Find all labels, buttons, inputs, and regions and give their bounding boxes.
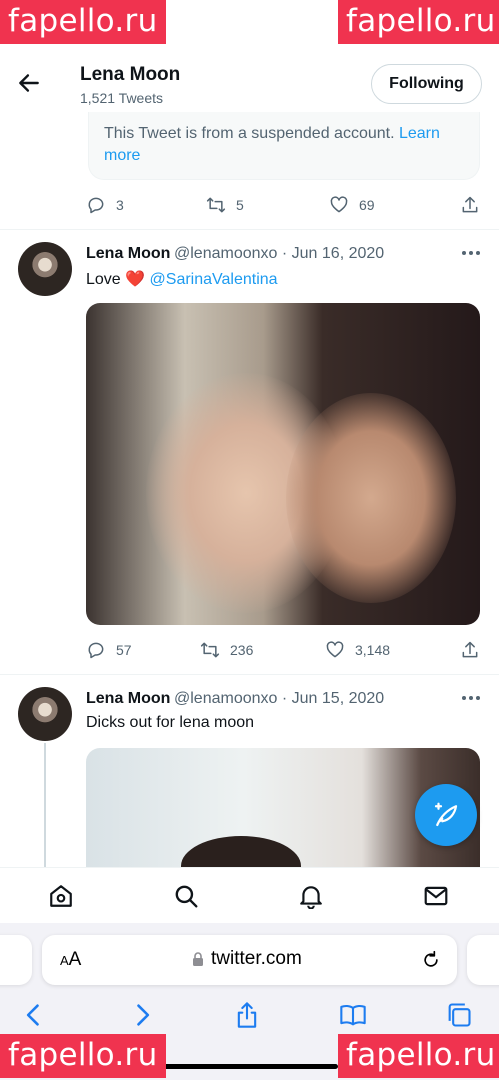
retweet-action[interactable]: 236 (200, 640, 253, 660)
like-icon (330, 196, 348, 213)
tweet-author-name[interactable]: Lena Moon (86, 690, 170, 708)
share-icon[interactable] (460, 640, 480, 660)
retweet-icon (200, 642, 220, 658)
tweet-date[interactable]: Jun 16, 2020 (292, 245, 385, 262)
next-tab[interactable] (467, 935, 499, 985)
tweet-text: Dicks out for lena moon (86, 714, 255, 731)
reload-icon[interactable] (421, 950, 441, 970)
tweet-count: 1,521 Tweets (80, 90, 164, 106)
profile-name: Lena Moon (80, 64, 181, 85)
tweet-meta: @lenamoonxo · Jun 15, 2020 (174, 690, 384, 708)
divider (0, 674, 499, 675)
suspended-notice-text: This Tweet is from a suspended account. (104, 125, 395, 142)
like-count: 69 (359, 197, 375, 213)
watermark-bottom-left: fapello.ru (0, 1034, 166, 1078)
reply-icon (88, 642, 104, 659)
reply-count: 57 (116, 642, 132, 658)
notifications-icon[interactable] (298, 883, 324, 909)
more-icon[interactable] (461, 250, 481, 256)
like-icon (326, 641, 344, 658)
tweet-date[interactable]: Jun 15, 2020 (292, 690, 385, 707)
watermark-top-right: fapello.ru (338, 0, 499, 44)
home-icon[interactable] (48, 883, 74, 909)
tweet-handle[interactable]: @lenamoonxo (174, 690, 277, 707)
previous-tab[interactable] (0, 935, 32, 985)
compose-tweet-button[interactable] (415, 784, 477, 846)
more-icon[interactable] (461, 695, 481, 701)
reply-action[interactable]: 3 (86, 195, 124, 215)
browser-back-icon[interactable] (20, 1001, 48, 1029)
watermark-top-left: fapello.ru (0, 0, 166, 44)
divider (0, 229, 499, 230)
search-icon[interactable] (173, 883, 199, 909)
aa-large: A (68, 949, 82, 970)
reader-options-button[interactable]: AA (60, 949, 81, 971)
retweet-count: 236 (230, 642, 254, 658)
compose-tweet-icon (434, 802, 458, 827)
retweet-icon (206, 197, 226, 213)
lock-icon (193, 952, 203, 966)
avatar[interactable] (18, 242, 72, 296)
messages-icon[interactable] (423, 883, 449, 909)
retweet-action[interactable]: 5 (206, 195, 244, 215)
tweet-body: Love (86, 271, 121, 288)
aa-small: A (60, 953, 69, 968)
url-text[interactable]: twitter.com (211, 948, 302, 970)
like-action[interactable]: 69 (329, 195, 375, 215)
like-action[interactable]: 3,148 (325, 640, 390, 660)
browser-share-icon[interactable] (233, 1001, 261, 1029)
avatar[interactable] (18, 687, 72, 741)
mention-link[interactable]: @SarinaValentina (150, 271, 278, 288)
suspended-tweet-notice: This Tweet is from a suspended account. … (88, 112, 480, 180)
tweet-author-name[interactable]: Lena Moon (86, 245, 170, 263)
photo-content (181, 836, 301, 870)
thread-line (44, 743, 46, 867)
meta-separator: · (281, 690, 288, 707)
reply-action[interactable]: 57 (86, 640, 132, 660)
bookmarks-icon[interactable] (339, 1001, 367, 1029)
back-arrow-icon[interactable] (16, 70, 42, 96)
home-indicator (160, 1064, 338, 1069)
like-count: 3,148 (355, 642, 391, 658)
tweet-handle[interactable]: @lenamoonxo (174, 245, 277, 262)
reply-icon (88, 197, 104, 214)
reply-count: 3 (116, 197, 124, 213)
tweet-meta: @lenamoonxo · Jun 16, 2020 (174, 245, 384, 263)
retweet-count: 5 (236, 197, 244, 213)
share-icon[interactable] (460, 195, 480, 215)
watermark-bottom-right: fapello.ru (338, 1034, 499, 1078)
following-button[interactable]: Following (371, 64, 482, 104)
photo-content (286, 393, 456, 603)
meta-separator: · (281, 245, 288, 262)
heart-emoji: ❤️ (125, 271, 146, 288)
tweet-photo[interactable] (86, 303, 480, 625)
tweet-text: Love ❤️ @SarinaValentina (86, 269, 278, 289)
browser-forward-icon[interactable] (128, 1001, 156, 1029)
tabs-icon[interactable] (445, 1001, 473, 1029)
